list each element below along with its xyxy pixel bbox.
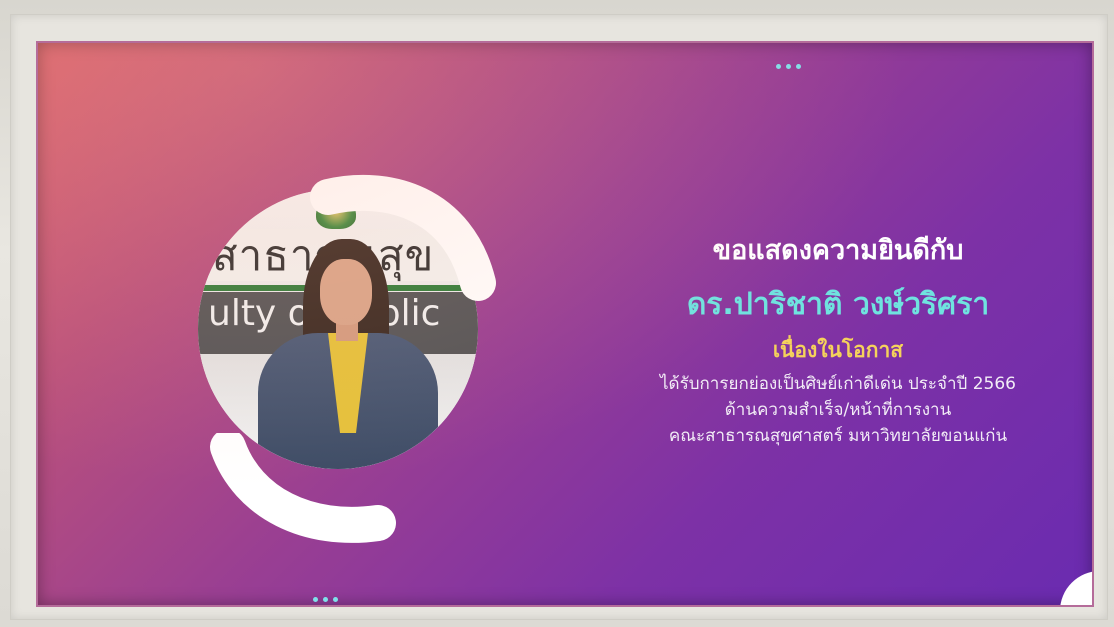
dot <box>333 597 338 602</box>
decorative-dots-top <box>776 64 801 69</box>
dot <box>796 64 801 69</box>
portrait-photo: สาธารณสุข ulty of Public <box>198 189 478 469</box>
dot <box>323 597 328 602</box>
award-category: ด้านความสำเร็จ/หน้าที่การงาน <box>724 400 952 420</box>
award-details: ได้รับการยกย่องเป็นศิษย์เก่าดีเด่น ประจำ… <box>598 371 1078 449</box>
occasion-label: เนื่องในโอกาส <box>772 338 904 362</box>
message-block: ขอแสดงความยินดีกับ ดร.ปาริชาติ วงษ์วริศร… <box>598 231 1078 449</box>
corner-decoration <box>1060 571 1092 605</box>
award-faculty: คณะสาธารณสุขศาสตร์ มหาวิทยาลัยขอนแก่น <box>668 426 1008 446</box>
honoree-name: ดร.ปาริชาติ วงษ์วริศรา <box>686 287 990 322</box>
decorative-dots-bottom <box>313 597 338 602</box>
dot <box>776 64 781 69</box>
person-face <box>320 259 372 325</box>
person <box>258 239 438 469</box>
dot <box>313 597 318 602</box>
dot <box>786 64 791 69</box>
picture-frame: สาธารณสุข ulty of Public ขอแสดงความยินดี… <box>0 0 1114 627</box>
congratulations-card: สาธารณสุข ulty of Public ขอแสดงความยินดี… <box>38 43 1092 605</box>
congratulations-heading: ขอแสดงความยินดีกับ <box>712 235 964 266</box>
award-title: ได้รับการยกย่องเป็นศิษย์เก่าดีเด่น ประจำ… <box>660 374 1016 394</box>
